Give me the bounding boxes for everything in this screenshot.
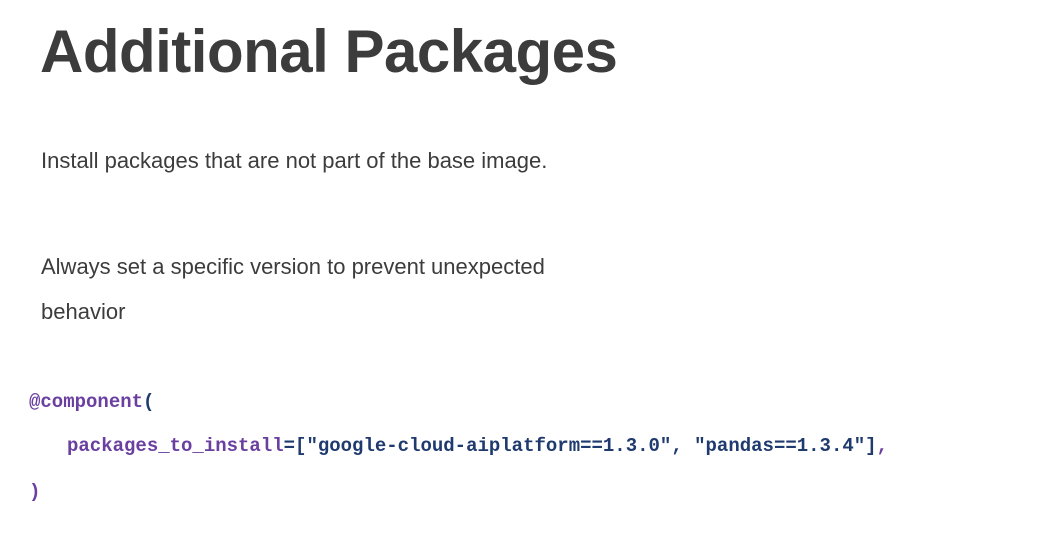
code-separator: , xyxy=(671,435,695,457)
code-param-name: packages_to_install xyxy=(67,435,284,457)
code-line-decorator: @component( xyxy=(29,390,154,414)
slide-title: Additional Packages xyxy=(40,18,618,85)
paragraph-install-packages: Install packages that are not part of th… xyxy=(41,148,548,173)
code-line-packages: packages_to_install=["google-cloud-aipla… xyxy=(67,434,888,458)
code-open-paren: ( xyxy=(143,391,155,413)
code-close-paren: ) xyxy=(29,481,41,503)
paragraph-set-version: Always set a specific version to prevent… xyxy=(41,254,545,324)
code-package-2: "pandas==1.3.4" xyxy=(694,435,866,457)
slide: Additional Packages Install packages tha… xyxy=(0,0,1055,542)
code-decorator: @component xyxy=(29,391,144,413)
code-package-1: "google-cloud-aiplatform==1.3.0" xyxy=(306,435,672,457)
code-assign-open: =[ xyxy=(283,435,307,457)
code-close-bracket: ] xyxy=(865,435,877,457)
code-line-close: ) xyxy=(29,480,40,504)
code-trailing-comma: , xyxy=(876,435,888,457)
